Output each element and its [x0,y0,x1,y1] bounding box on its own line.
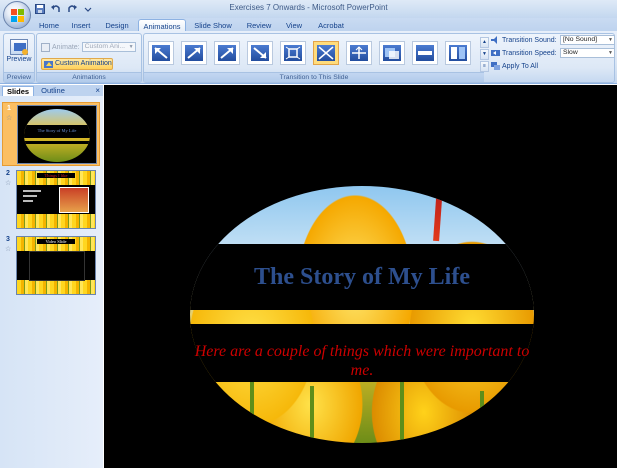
animation-star-icon: ☆ [6,115,13,122]
tab-slides[interactable]: Slides [2,86,34,96]
gallery-scroll: ▲ ▼ ≡ [480,37,489,73]
slide-number: 2 [6,170,10,177]
preview-group: Preview Preview [3,33,35,83]
apply-to-all-button[interactable]: Apply To All [491,62,538,70]
transition-option-1[interactable] [148,41,174,65]
custom-animation-label: Custom Animation [55,60,112,67]
transition-option-8[interactable] [379,41,405,65]
chevron-down-icon: ▼ [608,50,613,56]
split-icon [350,45,368,61]
speed-icon [491,50,500,56]
cover-icon [383,45,401,61]
tulip-stem [400,381,404,443]
slide-preview: Video Slide [16,236,96,295]
preview-group-label: Preview [4,72,34,82]
box-out-icon [317,45,335,61]
split-vertical-icon [449,45,467,61]
picture-preview [59,187,89,213]
animate-icon [41,42,50,52]
transition-option-10[interactable] [445,41,471,65]
gallery-scroll-down[interactable]: ▼ [480,49,489,60]
transition-option-5[interactable] [280,41,306,65]
gallery-more[interactable]: ≡ [480,61,489,72]
animations-group: Animate: Custom Ani... ▼ Custom Animatio… [36,33,142,83]
transition-group-label: Transition to This Slide [144,72,484,82]
transition-sound-value: [No Sound] [563,36,598,43]
speaker-icon [491,36,497,44]
transition-option-6[interactable] [313,41,339,65]
slide-subtitle[interactable]: Here are a couple of things which were i… [190,342,534,380]
tulip-ellipse-picture[interactable] [190,186,534,443]
title-bar: Exercises 7 Onwards - Microsoft PowerPoi… [0,0,617,18]
slide-thumbnail-1[interactable]: 1 ☆ The Story of My Life [2,102,100,166]
slide-preview-title: The Story of My Life [37,128,77,133]
slide-title[interactable]: The Story of My Life [190,264,534,291]
bar-icon [416,45,434,61]
tulip-stem [250,376,254,443]
transition-option-4[interactable] [247,41,273,65]
transition-speed-value: Slow [563,49,578,56]
chevron-down-icon: ▼ [608,37,613,43]
office-button[interactable] [3,1,31,29]
transition-sound-label: Transition Sound: [502,36,557,44]
box-in-icon [284,45,302,61]
slide-preview-title: Things I like [37,173,75,178]
transition-speed-label: Transition Speed: [502,49,557,57]
tulip-stem [310,386,314,443]
slide-canvas[interactable]: The Story of My Life Here are a couple o… [104,85,617,468]
apply-all-icon [491,62,500,70]
slide-preview: Things I like [16,170,96,229]
custom-animation-icon [44,61,53,68]
slide-ellipse [24,109,90,162]
tab-outline[interactable]: Outline [36,86,70,96]
transition-option-9[interactable] [412,41,438,65]
wipe-in-icon [152,45,170,61]
wipe-up-icon [185,45,203,61]
slide-preview-title: Video Slide [37,239,75,244]
apply-to-all-label: Apply To All [502,62,539,70]
close-pane-icon[interactable]: × [95,86,100,96]
bullet-list-preview [23,187,51,213]
slides-pane: Slides Outline × 1 ☆ The Story of My Lif… [0,85,103,468]
animate-label: Animate: [52,43,80,51]
animation-star-icon: ☆ [5,246,12,253]
animations-group-label: Animations [37,72,141,82]
slide-preview: The Story of My Life [17,105,97,164]
tulip-stem [480,391,484,443]
gallery-scroll-up[interactable]: ▲ [480,37,489,48]
transition-sound-dropdown[interactable]: [No Sound] ▼ [560,35,615,45]
transition-option-2[interactable] [181,41,207,65]
slide-thumbnail-2[interactable]: 2 ☆ Things I like [2,168,100,232]
animate-dropdown[interactable]: Custom Ani... ▼ [81,42,136,52]
ribbon: Preview Preview Animate: Custom Ani... ▼… [0,31,617,84]
office-logo-icon [11,9,24,22]
transition-speed-dropdown[interactable]: Slow ▼ [560,48,615,58]
custom-animation-button[interactable]: Custom Animation [41,58,113,70]
transition-sound-row: Transition Sound: [491,36,557,44]
animate-value: Custom Ani... [84,43,126,50]
video-placeholder [29,251,85,281]
slide-number: 3 [6,236,10,243]
transition-option-3[interactable] [214,41,240,65]
slide-thumbnail-list: 1 ☆ The Story of My Life 2 ☆ Things I li… [0,96,103,468]
pane-tabs: Slides Outline × [0,85,103,96]
transition-option-7[interactable] [346,41,372,65]
red-tulip-streak [433,186,443,242]
animation-star-icon: ☆ [5,180,12,187]
ribbon-tabs: Home Insert Design Animations Slide Show… [0,18,617,32]
push-icon [251,45,269,61]
transition-speed-row: Transition Speed: [491,49,557,57]
window-title: Exercises 7 Onwards - Microsoft PowerPoi… [229,3,388,12]
slide-number: 1 [7,105,11,112]
preview-button[interactable]: Preview [6,37,32,71]
chevron-down-icon: ▼ [128,44,134,50]
preview-label: Preview [6,56,32,63]
wipe-diagonal-icon [218,45,236,61]
animate-row: Animate: Custom Ani... ▼ [41,42,136,52]
preview-icon [10,39,28,55]
slide-thumbnail-3[interactable]: 3 ☆ Video Slide [2,234,100,298]
